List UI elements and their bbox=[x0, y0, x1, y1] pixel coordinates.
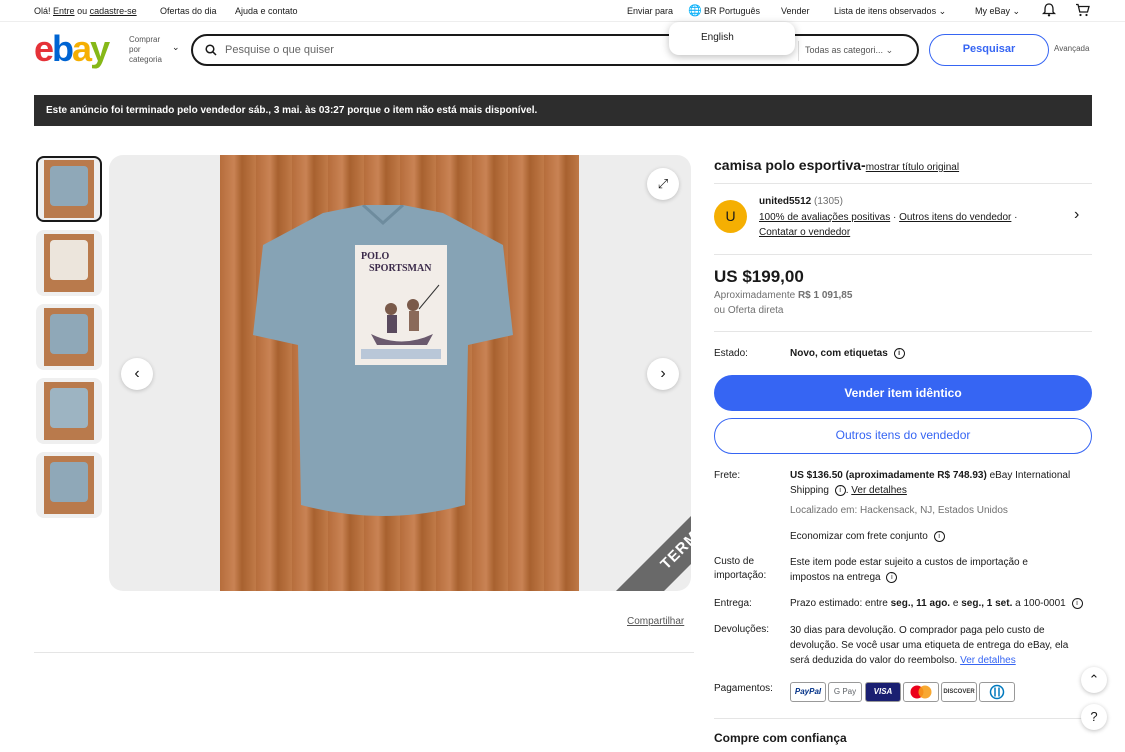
language-menu: English bbox=[669, 22, 795, 55]
chevron-right-icon[interactable]: › bbox=[1074, 206, 1079, 224]
search-bar: Pesquise o que quiser Todas as categori.… bbox=[191, 34, 919, 66]
returns-details-link[interactable]: Ver detalhes bbox=[960, 655, 1016, 666]
category-select[interactable]: Todas as categori... ⌄ bbox=[805, 45, 893, 56]
shirt-graphic: POLO SPORTSMAN bbox=[355, 245, 447, 365]
delivery-label: Entrega: bbox=[714, 598, 752, 609]
sell-similar-button[interactable]: Vender item idêntico bbox=[714, 375, 1092, 411]
register-link[interactable]: cadastre-se bbox=[90, 6, 137, 16]
chevron-up-icon: ⌃ bbox=[1088, 672, 1100, 687]
search-icon bbox=[205, 43, 217, 61]
buy-with-confidence-heading: Compre com confiança bbox=[714, 731, 847, 745]
previous-image-button[interactable]: ‹ bbox=[121, 358, 153, 390]
best-offer-text: ou Oferta direta bbox=[714, 305, 784, 316]
thumbnail[interactable] bbox=[36, 378, 102, 444]
feedback-link[interactable]: 100% de avaliações positivas bbox=[759, 212, 890, 223]
approx-price: Aproximadamente R$ 1 091,85 bbox=[714, 290, 853, 301]
next-image-button[interactable]: › bbox=[647, 358, 679, 390]
main-image[interactable]: POLO SPORTSMAN TERMINADO bbox=[109, 155, 691, 591]
discover-icon: DISCOVER bbox=[941, 682, 977, 702]
info-icon[interactable]: i bbox=[886, 571, 898, 583]
thumbnail[interactable] bbox=[36, 304, 102, 370]
chevron-down-icon: ⌄ bbox=[172, 42, 180, 52]
help-button[interactable]: ? bbox=[1081, 704, 1107, 730]
search-button[interactable]: Pesquisar bbox=[929, 34, 1049, 66]
seller-score: (1305) bbox=[814, 196, 843, 207]
visa-icon: VISA bbox=[865, 682, 901, 702]
thumbnail[interactable] bbox=[36, 452, 102, 518]
greeting-text: Olá! Entre ou cadastre-se bbox=[34, 6, 137, 16]
condition-value: Novo, com etiquetas i bbox=[790, 346, 905, 361]
ebay-logo[interactable]: ebay bbox=[34, 29, 110, 69]
avatar: U bbox=[714, 200, 747, 233]
diners-club-icon bbox=[979, 682, 1015, 702]
info-icon[interactable]: i bbox=[893, 347, 905, 359]
thumbnail[interactable] bbox=[36, 156, 102, 222]
bell-icon[interactable] bbox=[1041, 3, 1057, 19]
divider bbox=[798, 41, 799, 61]
globe-icon: 🌐 bbox=[688, 5, 702, 17]
item-title: camisa polo esportiva-mostrar título ori… bbox=[714, 157, 960, 173]
language-selector[interactable]: BR Português bbox=[704, 6, 760, 16]
my-ebay-link[interactable]: My eBay ⌄ bbox=[975, 6, 1020, 17]
scroll-to-top-button[interactable]: ⌃ bbox=[1081, 667, 1107, 693]
question-icon: ? bbox=[1090, 709, 1098, 724]
item-location: Localizado em: Hackensack, NJ, Estados U… bbox=[790, 505, 1008, 516]
chevron-left-icon: ‹ bbox=[134, 365, 140, 382]
daily-deals-link[interactable]: Ofertas do dia bbox=[160, 6, 217, 16]
payments-label: Pagamentos: bbox=[714, 683, 773, 694]
seller-other-items-link[interactable]: Outros itens do vendedor bbox=[899, 212, 1011, 223]
divider bbox=[0, 21, 1125, 22]
chevron-down-icon: ⌄ bbox=[938, 6, 947, 16]
signin-link[interactable]: Entre bbox=[53, 6, 75, 16]
divider bbox=[714, 718, 1092, 719]
expand-image-button[interactable]: ⤢ bbox=[647, 168, 679, 200]
search-input[interactable]: Pesquise o que quiser bbox=[225, 44, 334, 56]
google-pay-icon: G Pay bbox=[828, 682, 862, 702]
divider bbox=[34, 652, 694, 653]
cart-icon[interactable] bbox=[1075, 3, 1090, 19]
condition-label: Estado: bbox=[714, 348, 748, 359]
divider bbox=[714, 331, 1092, 332]
shipping-label: Frete: bbox=[714, 470, 741, 481]
expand-icon: ⤢ bbox=[657, 176, 669, 191]
advanced-search-link[interactable]: Avançada bbox=[1054, 44, 1089, 53]
price: US $199,00 bbox=[714, 267, 804, 286]
info-icon[interactable]: i bbox=[933, 530, 945, 542]
paypal-icon: PayPal bbox=[790, 682, 826, 702]
info-icon[interactable]: i bbox=[834, 484, 846, 496]
delivery-value: Prazo estimado: entre seg., 11 ago. e se… bbox=[790, 596, 1083, 611]
help-link[interactable]: Ajuda e contato bbox=[235, 6, 298, 16]
ship-to-link[interactable]: Enviar para bbox=[627, 6, 673, 16]
chevron-right-icon: › bbox=[660, 365, 666, 382]
import-label: Custo de importação: bbox=[714, 556, 767, 581]
chevron-down-icon: ⌄ bbox=[885, 45, 894, 55]
info-icon[interactable]: i bbox=[1071, 597, 1083, 609]
import-value: Este item pode estar sujeito a custos de… bbox=[790, 557, 1028, 583]
watchlist-link[interactable]: Lista de itens observados ⌄ bbox=[834, 6, 946, 17]
top-bar: Olá! Entre ou cadastre-se Ofertas do dia… bbox=[0, 0, 1125, 22]
combined-shipping: Economizar com frete conjunto i bbox=[790, 529, 945, 544]
ended-ribbon: TERMINADO bbox=[595, 428, 691, 591]
shop-by-category-button[interactable]: Comprar por categoria bbox=[129, 35, 171, 65]
returns-value: 30 dias para devolução. O comprador paga… bbox=[790, 625, 1069, 666]
show-original-title-link[interactable]: mostrar título original bbox=[866, 162, 959, 173]
listing-ended-banner: Este anúncio foi terminado pelo vendedor… bbox=[34, 95, 1092, 126]
share-link[interactable]: Compartilhar bbox=[627, 616, 684, 627]
shipping-details-link[interactable]: Ver detalhes bbox=[851, 485, 907, 496]
returns-label: Devoluções: bbox=[714, 624, 770, 635]
chevron-down-icon: ⌄ bbox=[1012, 6, 1021, 16]
seller-name[interactable]: united5512 bbox=[759, 196, 811, 207]
seller-info[interactable]: U united5512 (1305) 100% de avaliações p… bbox=[714, 183, 1092, 255]
thumbnail[interactable] bbox=[36, 230, 102, 296]
mastercard-icon bbox=[903, 682, 939, 702]
contact-seller-link[interactable]: Contatar o vendedor bbox=[759, 227, 850, 238]
sell-link[interactable]: Vender bbox=[781, 6, 810, 16]
language-option-english[interactable]: English bbox=[701, 32, 734, 43]
seller-other-items-button[interactable]: Outros itens do vendedor bbox=[714, 418, 1092, 454]
shipping-value: US $136.50 (aproximadamente R$ 748.93) e… bbox=[790, 470, 1071, 496]
